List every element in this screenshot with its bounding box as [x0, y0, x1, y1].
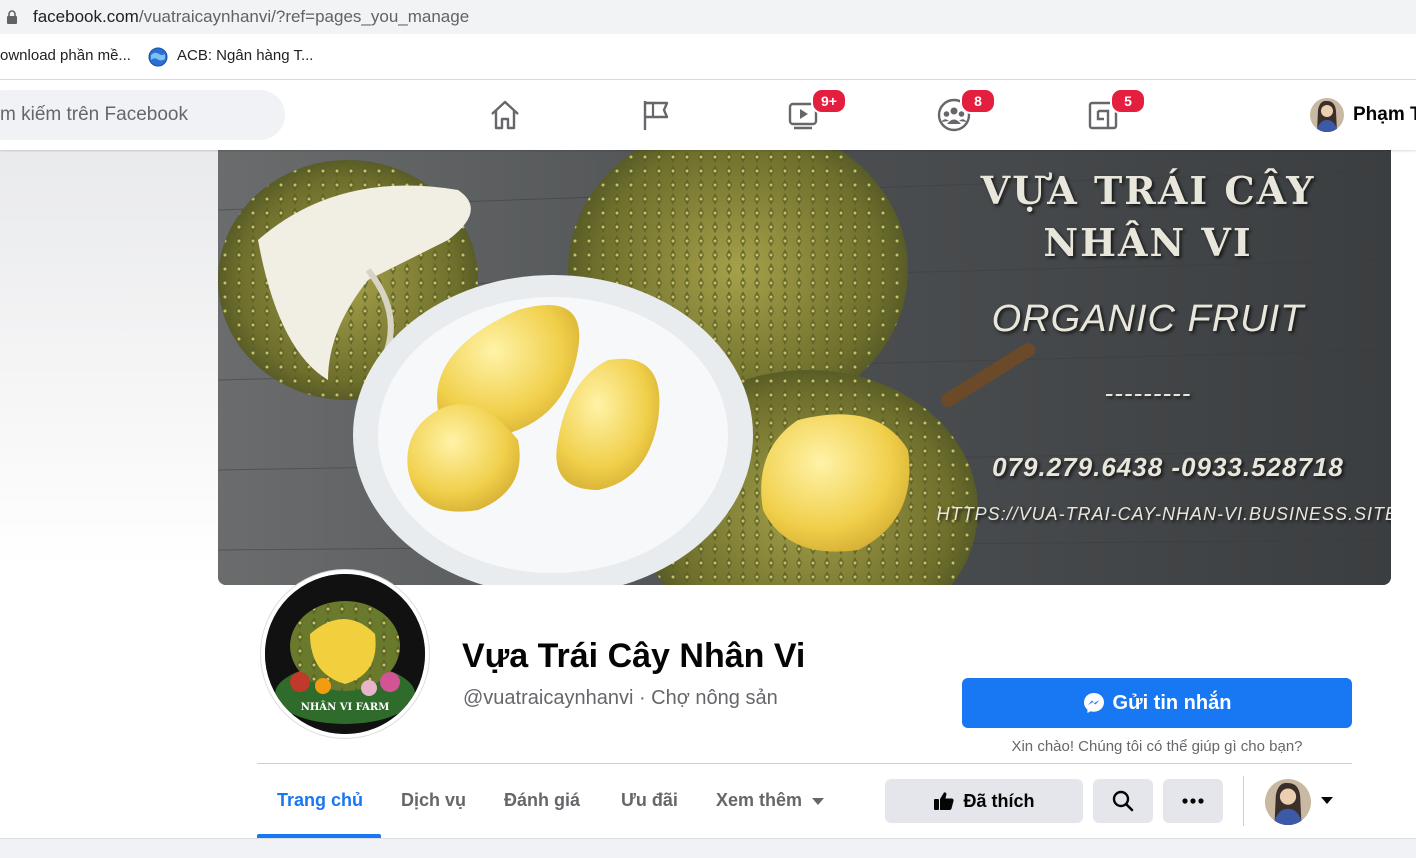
tabs-divider: [257, 763, 1352, 764]
actions-separator: [1243, 776, 1244, 826]
tab-more[interactable]: Xem thêm: [716, 790, 825, 811]
lock-icon: [7, 10, 17, 24]
send-message-label: Gửi tin nhắn: [1112, 691, 1232, 714]
page-bottom: [0, 838, 1416, 858]
page-content: VỰA TRÁI CÂY NHÂN VI ORGANIC FRUIT -----…: [0, 150, 1416, 858]
watch-badge: 9+: [811, 88, 847, 114]
send-message-button[interactable]: Gửi tin nhắn: [962, 678, 1352, 728]
page-logo-text: NHÂN VI FARM: [300, 702, 390, 713]
page-profile-picture[interactable]: NHÂN VI FARM: [261, 570, 429, 738]
cover-title-line1: VỰA TRÁI CÂY: [980, 168, 1316, 213]
home-icon[interactable]: [487, 97, 523, 133]
bookmark-acb[interactable]: ACB: Ngân hàng T...: [177, 47, 313, 64]
cover-title-line2: NHÂN VI: [1043, 220, 1253, 265]
cover-photo[interactable]: VỰA TRÁI CÂY NHÂN VI ORGANIC FRUIT -----…: [218, 150, 1391, 585]
gaming-badge: 5: [1110, 88, 1146, 114]
globe-icon: [148, 47, 168, 67]
address-bar[interactable]: facebook.com/vuatraicaynhanvi/?ref=pages…: [0, 0, 1416, 34]
bookmark-download[interactable]: ownload phần mề...: [0, 47, 131, 64]
cover-website: HTTPS://VUA-TRAI-CAY-NHAN-VI.BUSINESS.SI…: [936, 504, 1391, 524]
search-input[interactable]: m kiếm trên Facebook: [0, 90, 285, 140]
liked-button[interactable]: Đã thích: [885, 779, 1083, 823]
messenger-icon: [1083, 693, 1104, 713]
chevron-down-icon[interactable]: [1321, 797, 1333, 804]
tab-offers[interactable]: Ưu đãi: [621, 790, 678, 811]
thumbs-up-icon: [934, 792, 955, 810]
bookmarks-bar: ownload phần mề... ACB: Ngân hàng T...: [0, 34, 1416, 80]
search-page-button[interactable]: [1093, 779, 1153, 823]
user-name: Phạm T: [1353, 104, 1416, 125]
tab-home[interactable]: Trang chủ: [277, 790, 363, 811]
facebook-top-nav: m kiếm trên Facebook 9+ 8 5 Phạm T: [0, 80, 1416, 150]
page-title: Vựa Trái Cây Nhân Vi: [462, 637, 806, 675]
url-text[interactable]: facebook.com/vuatraicaynhanvi/?ref=pages…: [33, 7, 469, 27]
avatar: [1310, 98, 1344, 132]
tab-reviews[interactable]: Đánh giá: [504, 790, 580, 811]
avatar: [1265, 779, 1311, 825]
liked-label: Đã thích: [963, 790, 1035, 811]
cover-phones: 079.279.6438 -0933.528718: [992, 452, 1344, 482]
background-fade: [0, 150, 218, 570]
tab-services[interactable]: Dịch vụ: [401, 790, 466, 811]
chevron-down-icon: [812, 797, 825, 805]
profile-shortcut[interactable]: Phạm T: [1310, 98, 1416, 132]
cover-dashes: ---------: [1104, 378, 1192, 408]
message-hint: Xin chào! Chúng tôi có thể giúp gì cho b…: [1011, 738, 1303, 755]
more-options-button[interactable]: [1163, 779, 1223, 823]
flag-icon[interactable]: [637, 97, 673, 133]
search-icon: [1112, 790, 1134, 812]
voice-selector-avatar[interactable]: [1265, 779, 1311, 825]
page-subtitle: @vuatraicaynhanvi · Chợ nông sản: [463, 687, 778, 709]
tab-more-label: Xem thêm: [716, 790, 803, 810]
groups-badge: 8: [960, 88, 996, 114]
cover-tagline: ORGANIC FRUIT: [991, 298, 1305, 340]
more-dots-icon: [1182, 798, 1204, 804]
